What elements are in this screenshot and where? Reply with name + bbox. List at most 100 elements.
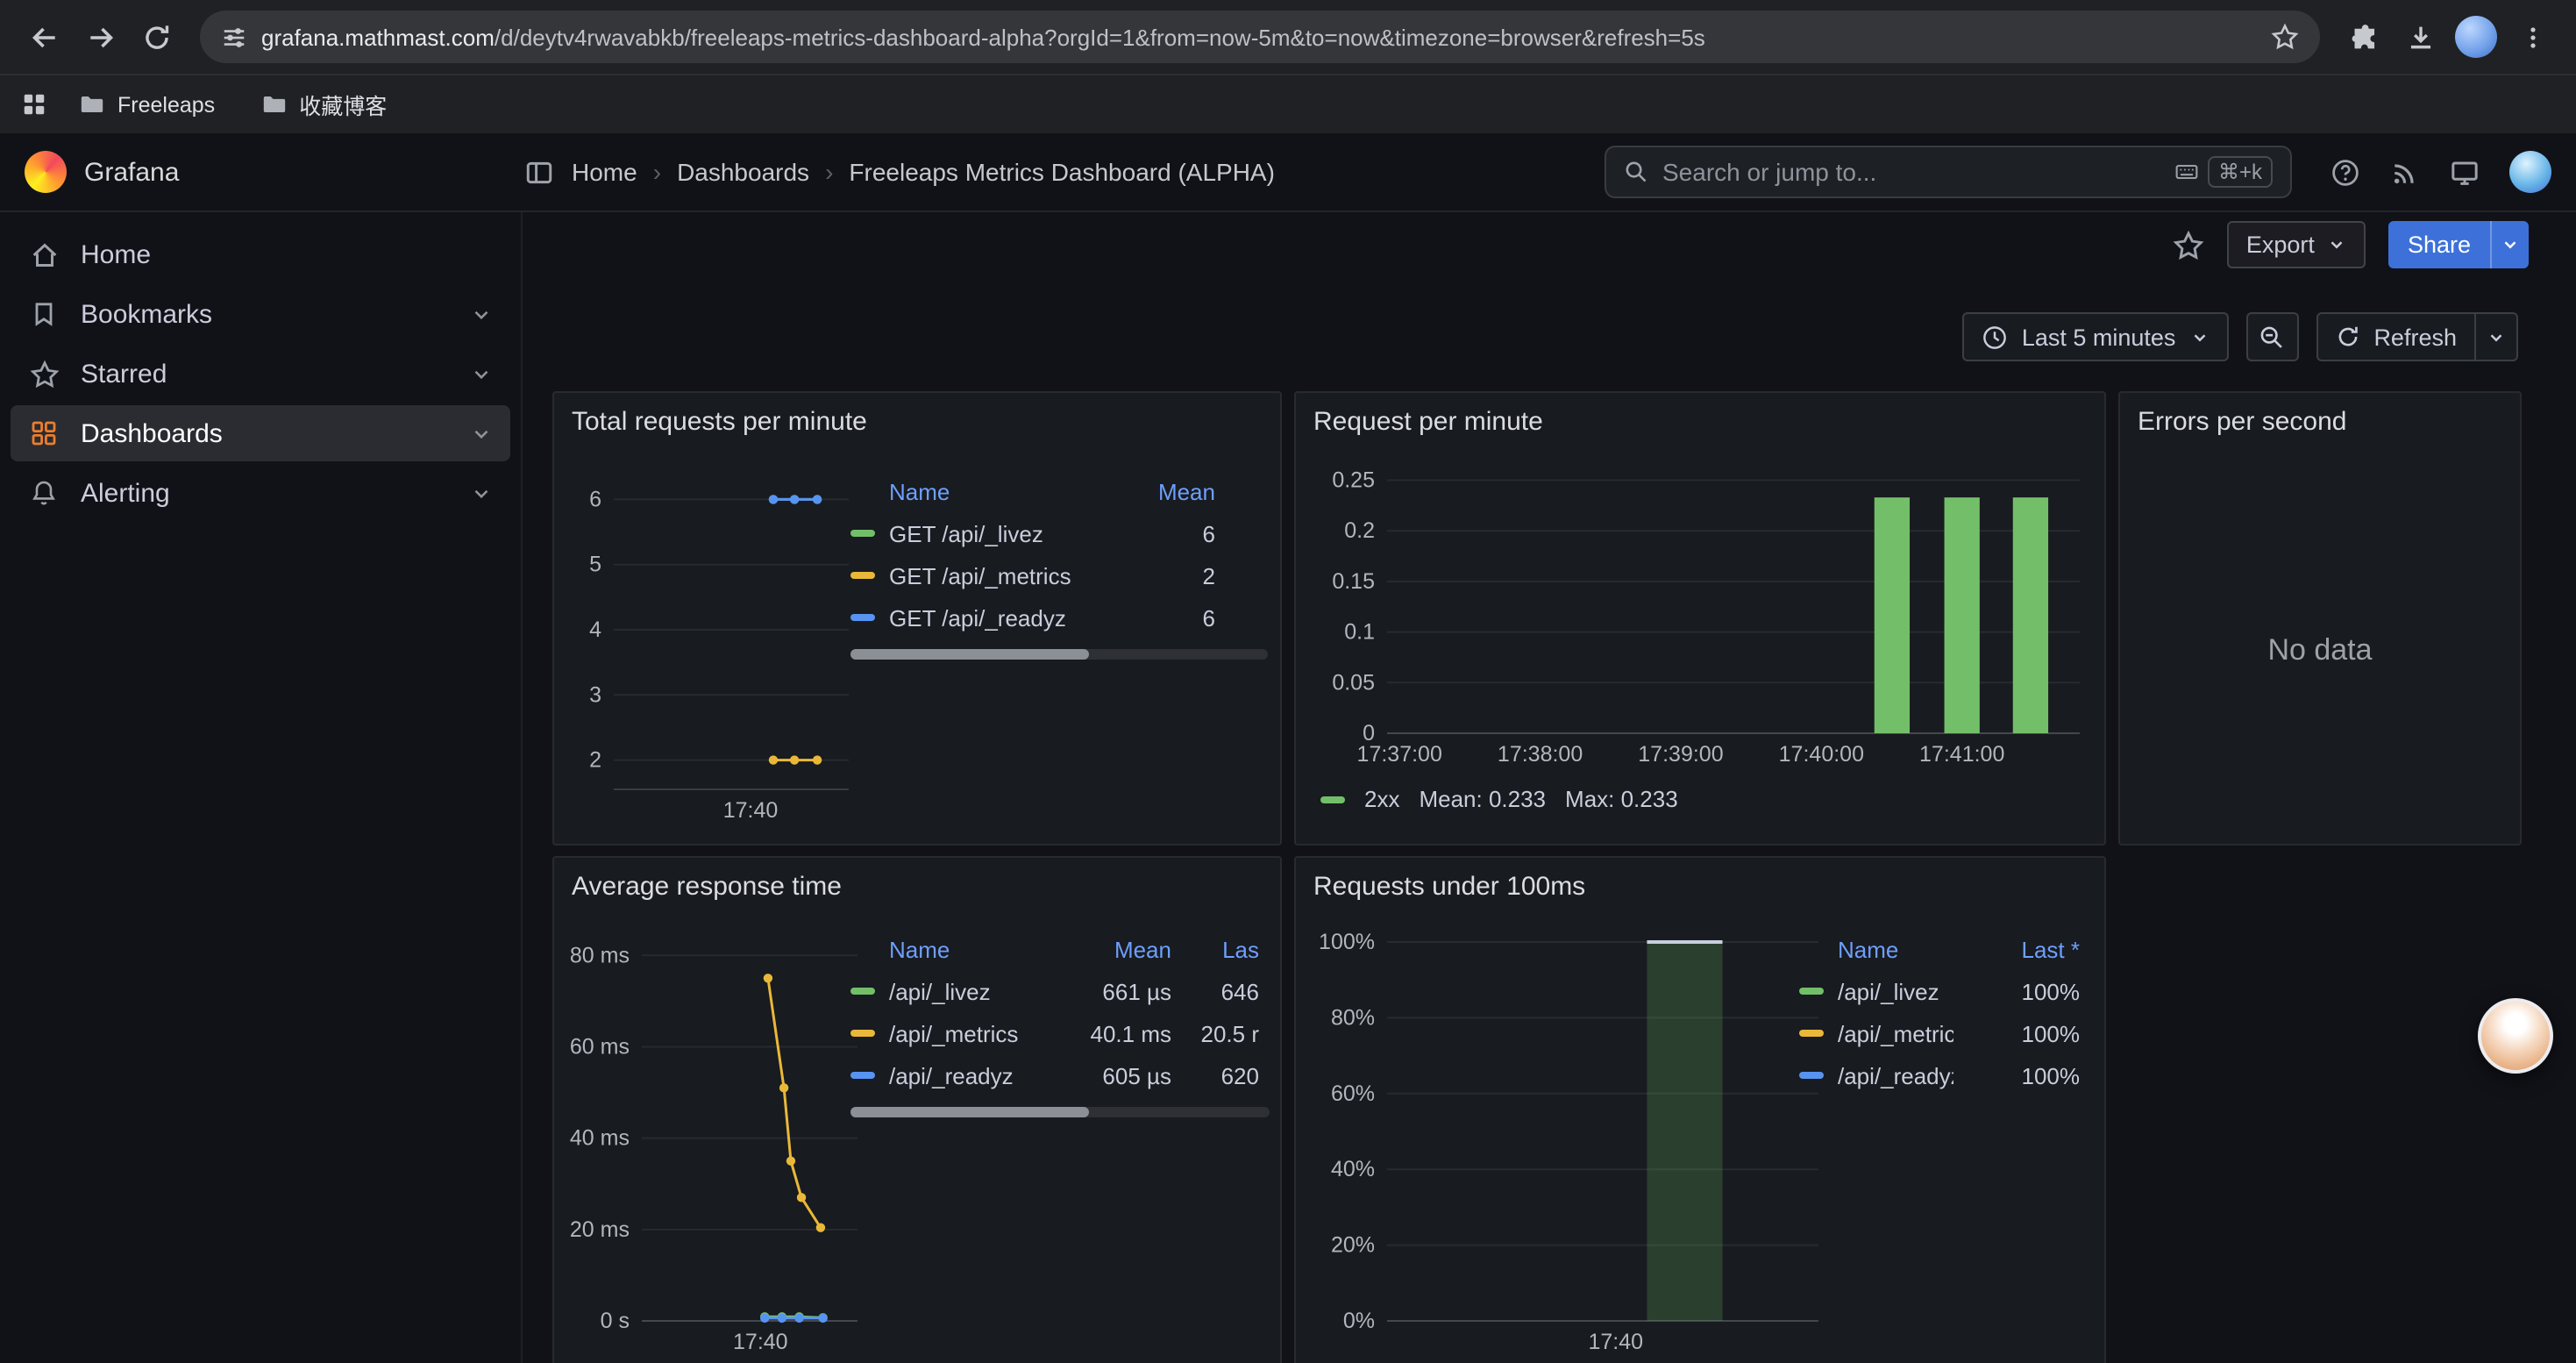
url-text[interactable]: grafana.mathmast.com/d/deytv4rwavabkb/fr…	[261, 24, 2257, 50]
reload-icon[interactable]	[130, 11, 182, 63]
chevron-down-icon[interactable]	[470, 362, 493, 385]
sidebar-item-label: Dashboards	[81, 418, 223, 448]
dock-menu-icon[interactable]	[524, 157, 554, 187]
legend-value: 6	[1128, 604, 1215, 631]
timeseries-chart[interactable]: 6543217:40	[568, 470, 849, 828]
svg-text:6: 6	[589, 487, 601, 511]
extensions-icon[interactable]	[2338, 11, 2390, 63]
scrollbar-thumb[interactable]	[850, 1107, 1089, 1117]
legend-header[interactable]: Last *	[1968, 936, 2080, 962]
panel-title[interactable]: Average response time	[572, 872, 842, 902]
legend-header[interactable]: Name	[889, 478, 1114, 504]
breadcrumb-separator: ›	[653, 158, 661, 186]
series-color-icon	[850, 1072, 875, 1079]
share-button[interactable]: Share	[2388, 221, 2490, 268]
browser-menu-icon[interactable]	[2506, 11, 2558, 63]
bar-chart[interactable]: 100%80%60%40%20%0%17:40	[1310, 928, 1818, 1363]
refresh-interval-caret[interactable]	[2476, 312, 2518, 361]
help-icon[interactable]	[2330, 157, 2360, 187]
panel-title[interactable]: Request per minute	[1313, 407, 1543, 437]
panel-title[interactable]: Requests under 100ms	[1313, 872, 1585, 902]
avatar	[2455, 16, 2497, 58]
sidebar-item-starred[interactable]: Starred	[11, 346, 510, 402]
search-box[interactable]: ⌘+k	[1605, 146, 2292, 198]
legend-series-name[interactable]: /api/_readyz	[889, 1062, 1059, 1088]
search-icon	[1624, 160, 1648, 184]
scrollbar-thumb[interactable]	[850, 649, 1089, 660]
grafana-logo-icon[interactable]	[25, 151, 67, 193]
legend-header[interactable]: Mean	[1128, 478, 1215, 504]
news-rss-icon[interactable]	[2390, 157, 2420, 187]
timeseries-chart[interactable]: 80 ms60 ms40 ms20 ms0 s17:40	[568, 928, 857, 1363]
legend-row: /api/_readyz605 µs620	[850, 1054, 1270, 1096]
header-left: Grafana	[25, 151, 554, 193]
breadcrumb-home[interactable]: Home	[572, 158, 637, 186]
svg-text:100%: 100%	[1319, 930, 1375, 954]
back-icon[interactable]	[18, 11, 70, 63]
bookmark-folder-blogs[interactable]: 收藏博客	[246, 81, 401, 128]
legend-header[interactable]: Name	[1838, 936, 1953, 962]
chevron-down-icon[interactable]	[470, 303, 493, 325]
legend-max-stat: Max: 0.233	[1565, 786, 1678, 812]
panel-title[interactable]: Total requests per minute	[572, 407, 867, 437]
sidebar-item-home[interactable]: Home	[11, 226, 510, 282]
download-icon[interactable]	[2394, 11, 2446, 63]
profile-avatar[interactable]	[2450, 11, 2502, 63]
legend-value: 6	[1128, 520, 1215, 546]
legend-series-name[interactable]: /api/_metrics	[889, 1020, 1059, 1046]
legend-series-name[interactable]: /api/_livez	[1838, 978, 1953, 1004]
legend-value: 661 µs	[1073, 978, 1171, 1004]
legend-series-name[interactable]: GET /api/_livez	[889, 520, 1114, 546]
zoom-out-button[interactable]	[2245, 312, 2298, 361]
user-avatar[interactable]	[2509, 151, 2551, 193]
display-icon[interactable]	[2450, 157, 2480, 187]
legend-series-name[interactable]: 2xx	[1364, 786, 1399, 812]
sidebar-item-bookmarks[interactable]: Bookmarks	[11, 286, 510, 342]
bookmark-folder-freeleaps[interactable]: Freeleaps	[65, 84, 229, 125]
refresh-button[interactable]: Refresh	[2316, 312, 2476, 361]
panel-title[interactable]: Errors per second	[2138, 407, 2346, 437]
legend-value: 605 µs	[1073, 1062, 1171, 1088]
legend: 2xx Mean: 0.233 Max: 0.233	[1320, 786, 1678, 812]
assistant-avatar-button[interactable]	[2478, 998, 2553, 1074]
legend-series-name[interactable]: /api/_livez	[889, 978, 1059, 1004]
sidebar-item-dashboards[interactable]: Dashboards	[11, 405, 510, 461]
share-menu-caret[interactable]	[2490, 221, 2529, 268]
sidebar-item-alerting[interactable]: Alerting	[11, 465, 510, 521]
legend-header[interactable]: Las	[1185, 936, 1259, 962]
bookmark-star-icon[interactable]	[2271, 23, 2299, 51]
bar-chart[interactable]: 0.250.20.150.10.05017:37:0017:38:0017:39…	[1310, 470, 2080, 772]
chevron-down-icon[interactable]	[470, 482, 493, 504]
favorite-star-icon[interactable]	[2173, 229, 2204, 260]
address-bar[interactable]: grafana.mathmast.com/d/deytv4rwavabkb/fr…	[200, 11, 2320, 63]
site-settings-icon[interactable]	[221, 24, 247, 50]
forward-icon[interactable]	[74, 11, 126, 63]
legend-header[interactable]: Name	[889, 936, 1059, 962]
svg-text:17:40: 17:40	[723, 798, 779, 823]
panel-total-requests-per-minute: Total requests per minute 6543217:40 Nam…	[552, 391, 1282, 846]
brand-name: Grafana	[84, 157, 179, 187]
bell-icon	[28, 477, 60, 509]
legend-value: 40.1 ms	[1073, 1020, 1171, 1046]
legend-horizontal-scrollbar[interactable]	[850, 1107, 1270, 1117]
search-input[interactable]	[1662, 158, 2160, 186]
sidebar: Home Bookmarks Starred	[0, 212, 523, 1363]
legend-series-name[interactable]: GET /api/_readyz	[889, 604, 1114, 631]
svg-text:17:40: 17:40	[733, 1330, 788, 1354]
legend-series-name[interactable]: /api/_metrics	[1838, 1020, 1953, 1046]
legend-value: 20.5 r	[1185, 1020, 1259, 1046]
time-range-picker[interactable]: Last 5 minutes	[1962, 312, 2229, 361]
svg-text:0%: 0%	[1343, 1309, 1375, 1333]
legend-series-name[interactable]: /api/_readyz	[1838, 1062, 1953, 1088]
legend-header[interactable]: Mean	[1073, 936, 1171, 962]
series-color-icon	[850, 614, 875, 621]
zoom-out-icon	[2259, 324, 2285, 350]
legend-series-name[interactable]: GET /api/_metrics	[889, 562, 1114, 589]
export-button[interactable]: Export	[2227, 221, 2366, 268]
chevron-down-icon[interactable]	[470, 422, 493, 445]
apps-grid-icon[interactable]	[21, 91, 47, 118]
svg-text:0.05: 0.05	[1332, 670, 1375, 695]
legend-horizontal-scrollbar[interactable]	[850, 649, 1268, 660]
breadcrumb-dashboards[interactable]: Dashboards	[677, 158, 809, 186]
star-icon	[28, 358, 60, 389]
